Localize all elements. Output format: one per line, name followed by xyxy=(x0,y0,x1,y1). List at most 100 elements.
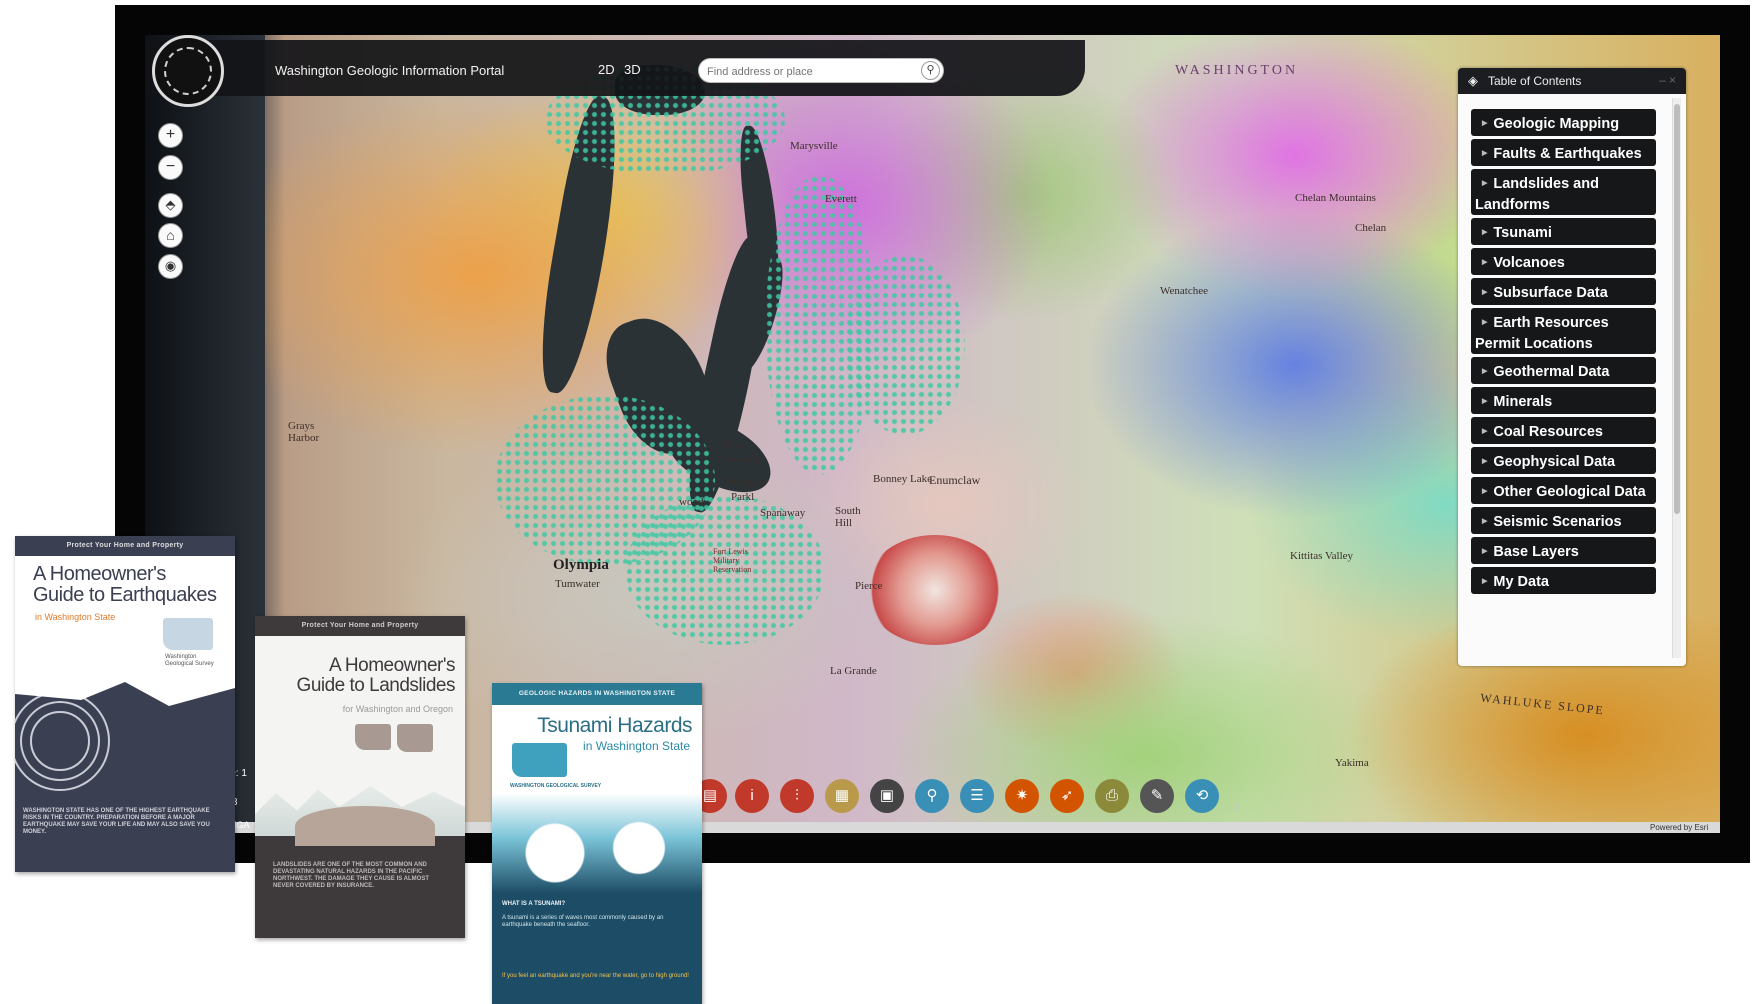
toc-item-faults-earthquakes[interactable]: ▶ Faults & Earthquakes xyxy=(1471,139,1656,166)
toc-item-label: Geophysical Data xyxy=(1493,454,1616,470)
toc-item-geothermal-data[interactable]: ▶ Geothermal Data xyxy=(1471,357,1656,384)
compass-icon: ⬘ xyxy=(165,197,176,212)
expand-arrow-icon: ▶ xyxy=(1482,150,1488,157)
washington-map-shape xyxy=(355,724,391,750)
expand-arrow-icon: ▶ xyxy=(1482,229,1488,236)
washington-map-shape xyxy=(163,618,213,650)
toolbar-grid-button[interactable]: ▣ xyxy=(870,779,904,813)
table-of-contents-panel: ◈ Table of Contents – × ▶ Geologic Mappin… xyxy=(1458,68,1686,666)
attribution[interactable]: Powered by Esri xyxy=(1650,823,1708,832)
booklet-band: Protect Your Home and Property xyxy=(255,616,465,636)
well-point-cluster xyxy=(845,255,965,435)
measure-icon: ⟲ xyxy=(1195,787,1209,804)
toc-item-geologic-mapping[interactable]: ▶ Geologic Mapping xyxy=(1471,109,1656,136)
toolbar-share-button[interactable]: ➶ xyxy=(1050,779,1084,813)
toc-item-volcanoes[interactable]: ▶ Volcanoes xyxy=(1471,248,1656,275)
layers-icon: ▤ xyxy=(702,787,718,804)
toc-item-label: Base Layers xyxy=(1493,544,1579,560)
toc-window-controls[interactable]: – × xyxy=(1659,73,1676,87)
search-input[interactable] xyxy=(705,62,909,81)
toolbar-table-button[interactable]: ▦ xyxy=(825,779,859,813)
toolbar-legend-button[interactable]: ☰ xyxy=(960,779,994,813)
toc-item-landslides-landforms[interactable]: ▶ Landslides and Landforms xyxy=(1471,169,1656,215)
booklet-title: A Homeowner's Guide to Landslides xyxy=(296,656,456,696)
booklet-title-line: Guide to Landslides xyxy=(296,674,456,696)
toc-header: ◈ Table of Contents – × xyxy=(1458,68,1686,94)
toc-item-geophysical-data[interactable]: ▶ Geophysical Data xyxy=(1471,447,1656,474)
booklet-cover-art: WASHINGTON STATE HAS ONE OF THE HIGHEST … xyxy=(15,676,235,872)
expand-arrow-icon: ▶ xyxy=(1482,180,1488,187)
map-label: WASHINGTON xyxy=(1175,63,1299,78)
expand-arrow-icon: ▶ xyxy=(1482,428,1488,435)
toolbar-query-button[interactable]: ⚲ xyxy=(915,779,949,813)
tsunami-hazards-booklet: GEOLOGIC HAZARDS IN WASHINGTON STATE Tsu… xyxy=(492,683,702,1004)
home-button[interactable]: ⌂ xyxy=(158,223,183,248)
toc-scrollbar-thumb[interactable] xyxy=(1674,104,1680,514)
map-label: Yakima xyxy=(1335,757,1369,769)
toc-item-label: My Data xyxy=(1493,574,1549,590)
toc-item-minerals[interactable]: ▶ Minerals xyxy=(1471,387,1656,414)
seismograph-line xyxy=(15,676,235,706)
toc-item-tsunami[interactable]: ▶ Tsunami xyxy=(1471,218,1656,245)
toc-item-other-geological-data[interactable]: ▶ Other Geological Data xyxy=(1471,477,1656,504)
toc-item-base-layers[interactable]: ▶ Base Layers xyxy=(1471,537,1656,564)
map-label: Marysville xyxy=(790,140,838,152)
toolbar-bookmark-button[interactable]: ✷ xyxy=(1005,779,1039,813)
zoom-in-button[interactable]: + xyxy=(158,123,183,148)
zoom-out-button[interactable]: − xyxy=(158,155,183,180)
locate-button[interactable]: ◉ xyxy=(158,254,183,279)
map-label: wood xyxy=(679,496,704,508)
info-icon: i xyxy=(750,787,754,804)
toolbar-measure-button[interactable]: ⟲ xyxy=(1185,779,1219,813)
booklet-cover-art: LANDSLIDES ARE ONE OF THE MOST COMMON AN… xyxy=(255,806,465,938)
map-label: Spanaway xyxy=(760,507,806,519)
share-icon: ➶ xyxy=(1060,787,1074,804)
booklet-title: A Homeowner's Guide to Earthquakes xyxy=(33,564,217,606)
toolbar-filter-button[interactable]: ⫶ xyxy=(780,779,814,813)
view-2d-button[interactable]: 2D xyxy=(598,62,615,77)
booklet-agency: WASHINGTON GEOLOGICAL SURVEY xyxy=(510,783,602,789)
toc-item-subsurface-data[interactable]: ▶ Subsurface Data xyxy=(1471,278,1656,305)
search-icon[interactable]: ⚲ xyxy=(921,61,940,80)
booklet-body-panel: WHAT IS A TSUNAMI? A tsunami is a series… xyxy=(492,893,702,1004)
toc-item-coal-resources[interactable]: ▶ Coal Resources xyxy=(1471,417,1656,444)
booklet-subtitle: in Washington State xyxy=(35,612,116,622)
map-label: WAHLUKE SLOPE xyxy=(1479,690,1606,718)
landslide-slope-graphic xyxy=(295,806,435,846)
home-icon: ⌂ xyxy=(166,227,175,243)
view-3d-button[interactable]: 3D xyxy=(624,62,641,77)
tsunami-wave-graphic xyxy=(492,793,702,893)
expand-arrow-icon: ▶ xyxy=(1482,488,1488,495)
map-label: Kittitas Valley xyxy=(1290,550,1354,562)
toolbar-info-button[interactable]: i xyxy=(735,779,769,813)
app-title: Washington Geologic Information Portal xyxy=(275,63,505,78)
toc-item-earth-resources[interactable]: ▶ Earth Resources Permit Locations xyxy=(1471,308,1656,354)
seismic-rings-graphic xyxy=(30,711,90,771)
plus-icon: + xyxy=(165,126,176,143)
toolbar-draw-button[interactable]: ✎ xyxy=(1140,779,1174,813)
booklet-body: A tsunami is a series of waves most comm… xyxy=(502,915,664,928)
compass-button[interactable]: ⬘ xyxy=(158,193,183,218)
map-label: Fort Lewis Military Reservation xyxy=(713,547,752,574)
toc-item-my-data[interactable]: ▶ My Data xyxy=(1471,567,1656,594)
legend-icon: ☰ xyxy=(970,787,984,804)
draw-icon: ✎ xyxy=(1150,787,1164,804)
locate-icon: ◉ xyxy=(164,258,177,273)
toolbar-print-button[interactable]: ⎙ xyxy=(1095,779,1129,813)
booklet-body: LANDSLIDES ARE ONE OF THE MOST COMMON AN… xyxy=(273,862,430,889)
expand-arrow-icon: ▶ xyxy=(1482,368,1488,375)
booklet-band: Protect Your Home and Property xyxy=(15,536,235,556)
expand-arrow-icon: ▶ xyxy=(1482,518,1488,525)
map-label: Wenatchee xyxy=(1160,285,1208,297)
expand-arrow-icon: ▶ xyxy=(1482,259,1488,266)
toc-scrollbar[interactable] xyxy=(1672,98,1681,658)
layers-icon: ◈ xyxy=(1468,73,1478,88)
booklet-title-line: Guide to Earthquakes xyxy=(33,584,217,606)
booklet-agency: Washington Geological Survey xyxy=(165,654,214,667)
map-label: La Grande xyxy=(830,665,877,677)
print-icon: ⎙ xyxy=(1105,787,1118,804)
toolbar-next-chevron-icon[interactable]: › xyxy=(1233,790,1247,824)
toc-item-seismic-scenarios[interactable]: ▶ Seismic Scenarios xyxy=(1471,507,1656,534)
toc-item-label: Tsunami xyxy=(1493,225,1552,241)
map-label: Everett xyxy=(825,193,857,205)
